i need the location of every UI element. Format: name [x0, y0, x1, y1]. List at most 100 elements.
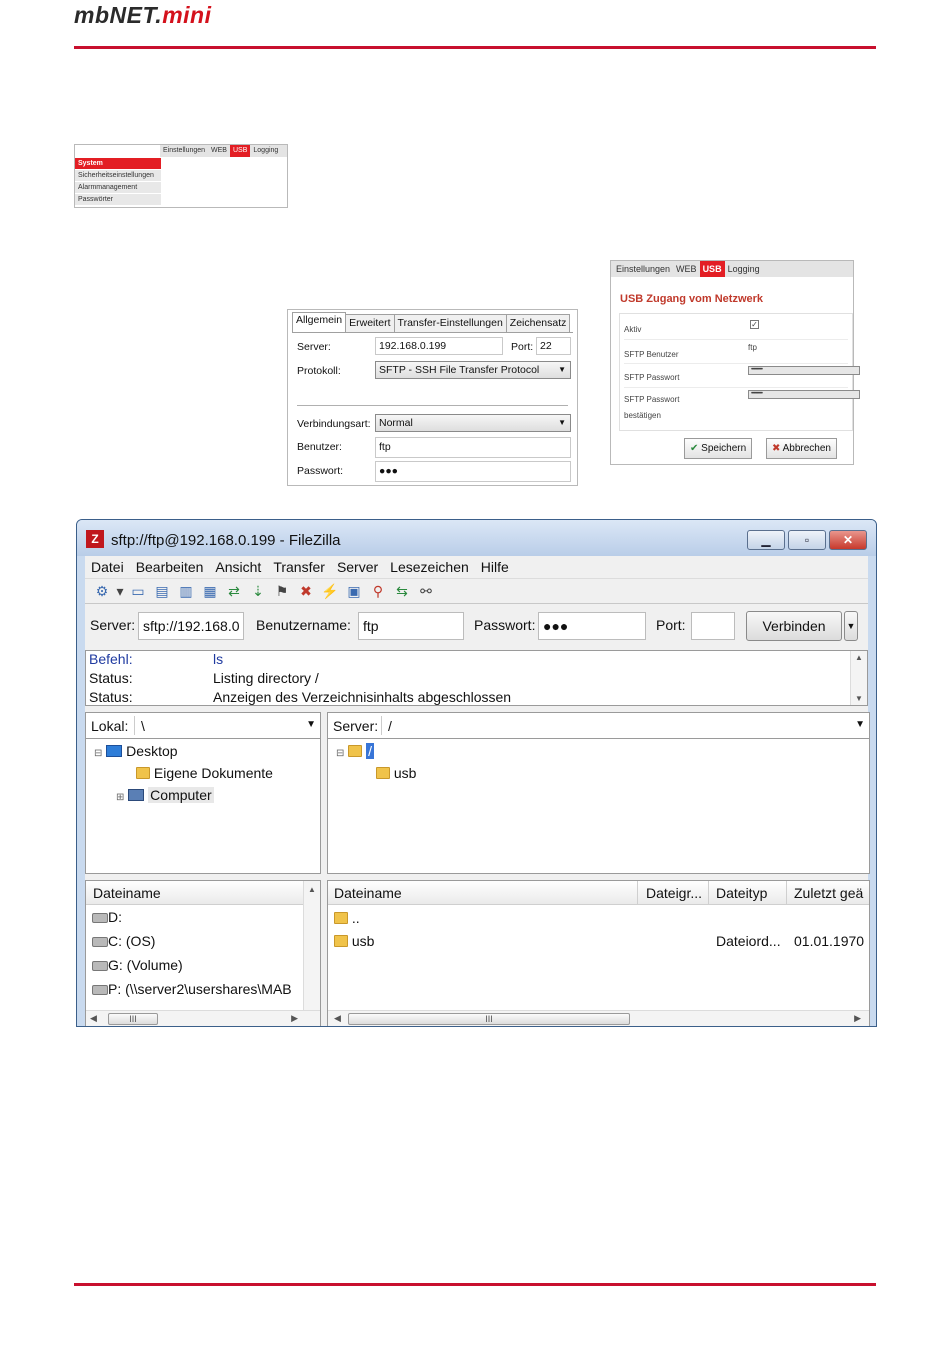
menu-bearbeiten[interactable]: Bearbeiten [130, 559, 210, 575]
sftp-pass-field[interactable]: •••••••••• [748, 366, 860, 375]
tab-allgemein[interactable]: Allgemein [292, 312, 347, 332]
column-divider[interactable] [637, 881, 638, 904]
scroll-left-icon[interactable]: ◀ [90, 1013, 97, 1024]
table-row[interactable]: .. [334, 910, 869, 926]
compare-icon[interactable]: ⚲ [366, 583, 390, 600]
tree-item-root[interactable]: ⊟ / [336, 743, 375, 759]
qc-pass-input[interactable]: ●●● [538, 612, 646, 640]
user-field[interactable]: ftp [375, 437, 571, 458]
tree-item-usb[interactable]: usb [376, 765, 416, 781]
column-divider[interactable] [786, 881, 787, 904]
collapse-icon[interactable]: ⊟ [336, 748, 344, 759]
maximize-button[interactable]: ▫ [788, 530, 826, 550]
usb-tab-logging[interactable]: Logging [725, 261, 763, 277]
qc-port-input[interactable] [691, 612, 735, 640]
usb-tab-web[interactable]: WEB [673, 261, 700, 277]
menu-hilfe[interactable]: Hilfe [475, 559, 515, 575]
menu-tab-logging[interactable]: Logging [250, 145, 281, 157]
scroll-right-icon[interactable]: ▶ [854, 1013, 861, 1024]
sftp-user-value[interactable]: ftp [748, 343, 757, 352]
usb-tab-usb[interactable]: USB [699, 261, 725, 277]
stop-icon[interactable]: ⚑ [270, 583, 294, 600]
save-button[interactable]: ✔ Speichern [684, 438, 753, 459]
collapse-icon[interactable]: ⊟ [94, 748, 102, 759]
remote-path-input[interactable]: / [388, 718, 392, 734]
list-item[interactable]: C: (OS) [92, 933, 155, 949]
conn-type-select[interactable]: Normal ▼ [375, 414, 571, 432]
column-header-type[interactable]: Dateityp [716, 885, 767, 901]
column-header-name[interactable]: Dateiname [93, 885, 161, 901]
queue-icon[interactable]: ▦ [198, 583, 222, 600]
scroll-thumb[interactable]: III [348, 1013, 630, 1025]
scroll-left-icon[interactable]: ◀ [334, 1013, 341, 1024]
menu-server[interactable]: Server [331, 559, 384, 575]
qc-user-input[interactable]: ftp [358, 612, 464, 640]
remote-list-hscroll[interactable]: ◀ III ▶ [328, 1010, 869, 1026]
remote-tree-icon[interactable]: ▥ [174, 583, 198, 600]
menu-tab-web[interactable]: WEB [208, 145, 230, 157]
local-list-hscroll[interactable]: ◀ III ▶ [86, 1010, 320, 1026]
port-field[interactable]: 22 [536, 337, 571, 355]
sidebar-item-system[interactable]: System [75, 158, 161, 170]
local-list-vscroll[interactable]: ▲ [303, 881, 320, 1010]
cancel-button[interactable]: ✖ Abbrechen [766, 438, 837, 459]
scroll-down-icon[interactable]: ▼ [851, 694, 867, 703]
tree-item-computer[interactable]: ⊞ Computer [116, 787, 214, 803]
connect-button[interactable]: Verbinden [746, 611, 842, 641]
local-path-input[interactable]: \ [141, 718, 145, 734]
sidebar-item-passwords[interactable]: Passwörter [75, 194, 161, 206]
message-log-icon[interactable]: ▭ [126, 583, 150, 600]
tab-transfer[interactable]: Transfer-Einstellungen [393, 314, 507, 332]
menu-tab-einstellungen[interactable]: Einstellungen [160, 145, 208, 157]
filter-icon[interactable]: ▣ [342, 583, 366, 600]
usb-tab-einstellungen[interactable]: Einstellungen [613, 261, 673, 277]
refresh-icon[interactable]: ⇄ [222, 583, 246, 600]
site-manager-icon[interactable]: ⚙ [90, 583, 114, 600]
scroll-right-icon[interactable]: ▶ [291, 1013, 298, 1024]
sync-browse-icon[interactable]: ⇆ [390, 583, 414, 600]
scroll-up-icon[interactable]: ▲ [851, 653, 867, 662]
protocol-select[interactable]: SFTP - SSH File Transfer Protocol ▼ [375, 361, 571, 379]
scroll-thumb[interactable]: III [108, 1013, 158, 1025]
process-queue-icon[interactable]: ⇣ [246, 583, 270, 600]
connect-dropdown-button[interactable]: ▼ [844, 611, 858, 641]
chevron-down-icon[interactable]: ▼ [855, 719, 865, 730]
list-item[interactable]: G: (Volume) [92, 957, 183, 973]
column-header-size[interactable]: Dateigr... [646, 885, 702, 901]
tab-erweitert[interactable]: Erweitert [345, 314, 395, 332]
column-divider[interactable] [708, 881, 709, 904]
qc-server-input[interactable]: sftp://192.168.0 [138, 612, 244, 640]
column-header-date[interactable]: Zuletzt geä [794, 885, 863, 901]
list-item[interactable]: D: [92, 909, 122, 925]
menu-ansicht[interactable]: Ansicht [209, 559, 267, 575]
disconnect-icon[interactable]: ✖ [294, 583, 318, 600]
server-field[interactable]: 192.168.0.199 [375, 337, 503, 355]
expand-icon[interactable]: ⊞ [116, 792, 124, 803]
list-item[interactable]: P: (\\server2\usershares\MAB [92, 981, 292, 997]
tree-item-desktop[interactable]: ⊟ Desktop [94, 743, 178, 759]
menu-transfer[interactable]: Transfer [267, 559, 331, 575]
local-tree-icon[interactable]: ▤ [150, 583, 174, 600]
log-scrollbar[interactable]: ▲ ▼ [850, 651, 867, 705]
search-icon[interactable]: ⚯ [414, 583, 438, 600]
menu-lesezeichen[interactable]: Lesezeichen [384, 559, 475, 575]
password-field[interactable]: ●●● [375, 461, 571, 482]
column-header-name[interactable]: Dateiname [334, 885, 402, 901]
chevron-down-icon[interactable]: ▼ [306, 719, 316, 730]
close-button[interactable]: ✕ [829, 530, 867, 550]
tree-label: Desktop [126, 743, 178, 759]
sidebar-item-security[interactable]: Sicherheitseinstellungen [75, 170, 161, 182]
scroll-up-icon[interactable]: ▲ [304, 885, 320, 894]
aktiv-checkbox[interactable]: ✓ [750, 320, 759, 329]
menu-tab-usb[interactable]: USB [229, 145, 251, 157]
tree-item-documents[interactable]: Eigene Dokumente [136, 765, 273, 781]
tab-zeichensatz[interactable]: Zeichensatz [505, 314, 571, 332]
qc-user-label: Benutzername: [256, 617, 351, 633]
menu-datei[interactable]: Datei [85, 559, 130, 575]
chevron-down-icon[interactable]: ▾ [114, 583, 126, 600]
reconnect-icon[interactable]: ⚡ [318, 583, 342, 600]
sidebar-item-alarm[interactable]: Alarmmanagement [75, 182, 161, 194]
sftp-pass-confirm-field[interactable]: •••••••••• [748, 390, 860, 399]
minimize-button[interactable]: ▁ [747, 530, 785, 550]
table-row[interactable]: usb Dateiord... 01.01.1970 [334, 933, 869, 953]
